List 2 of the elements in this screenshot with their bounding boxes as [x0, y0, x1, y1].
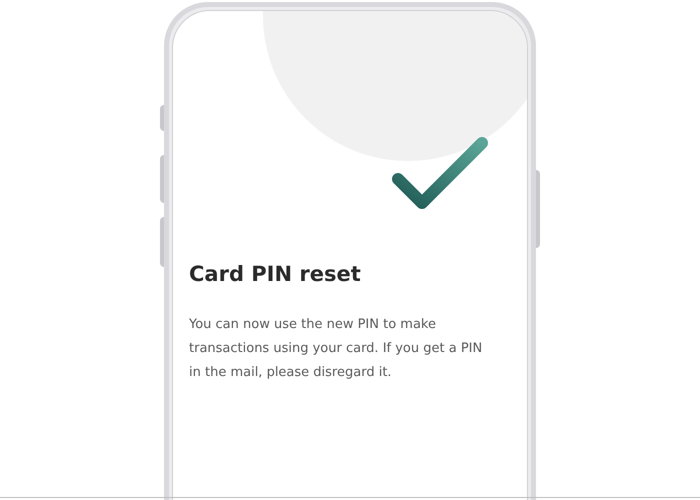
confirmation-message: You can now use the new PIN to make transactions using your card. If you get a PIN in the mail, please disregard it.	[189, 316, 484, 382]
screen-title: Card PIN reset	[189, 261, 362, 288]
